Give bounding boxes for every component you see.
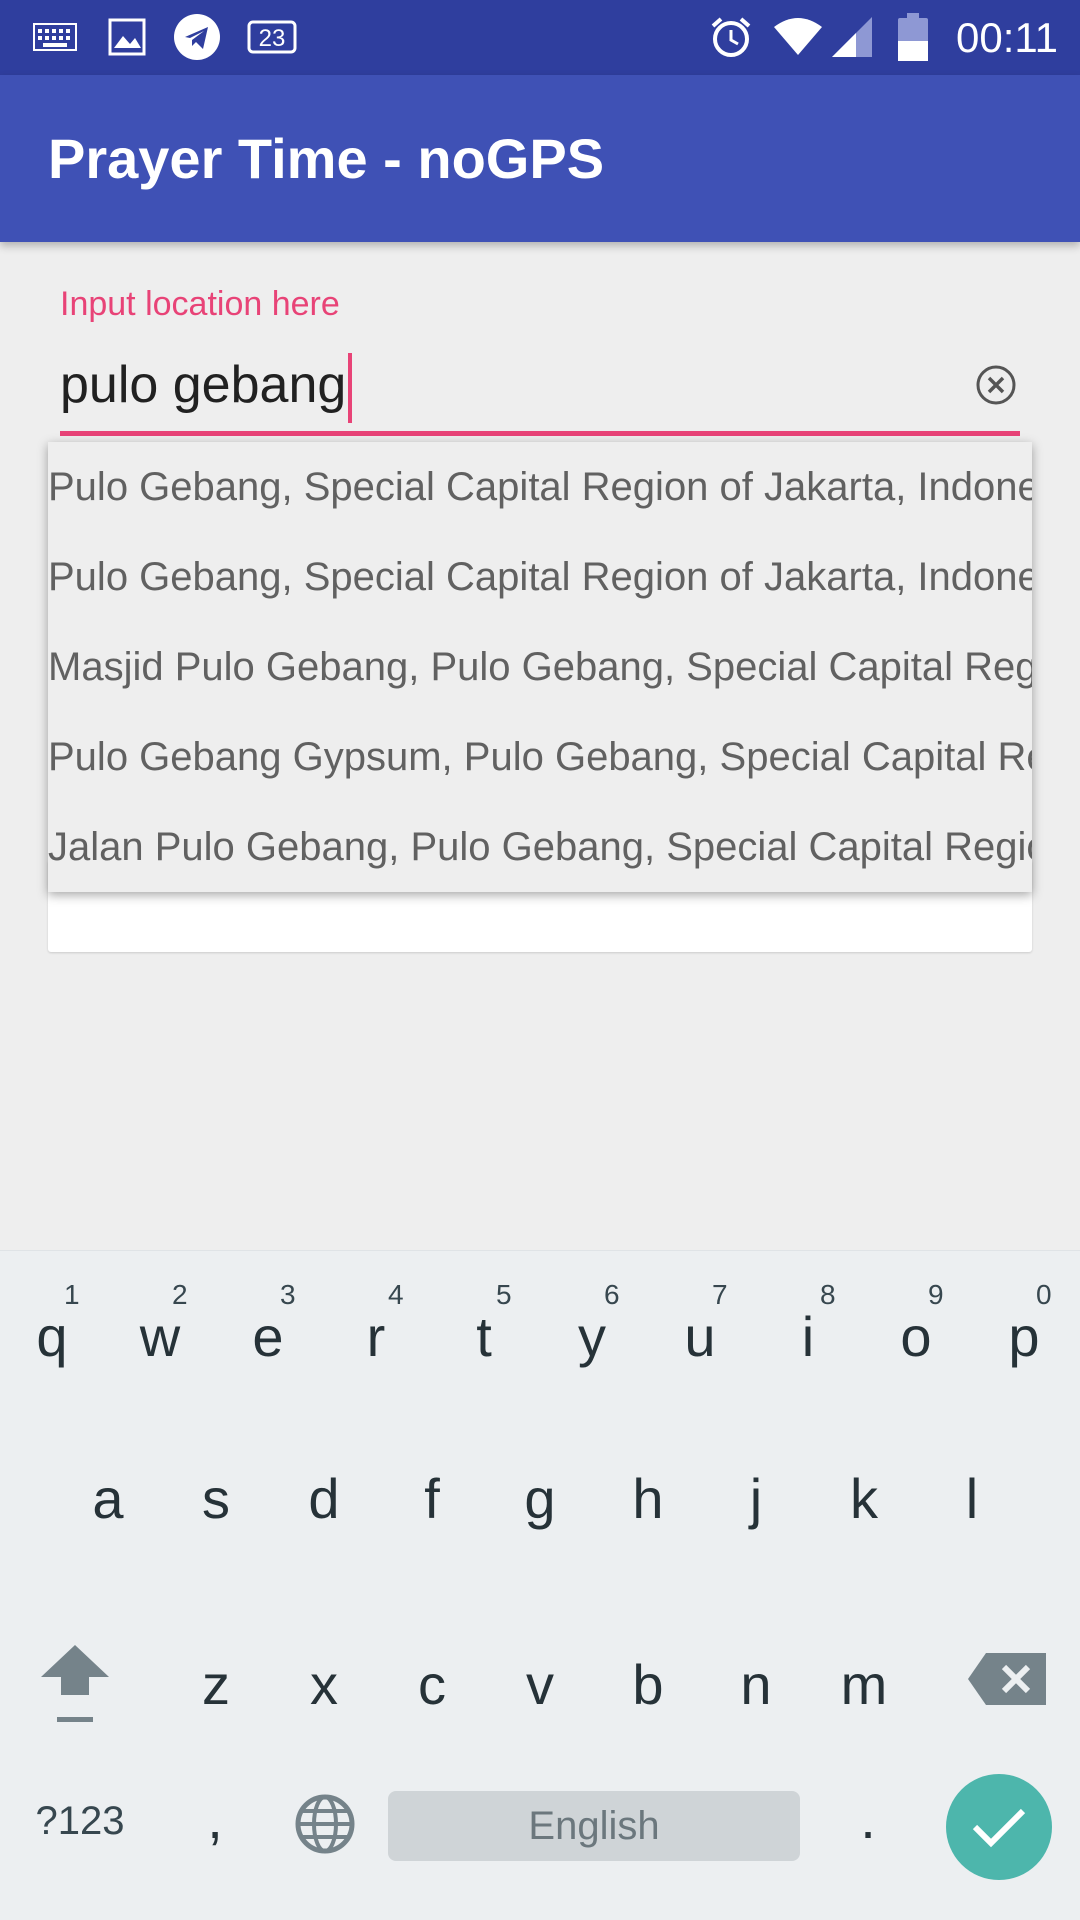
period-key[interactable]: . <box>848 1786 888 1851</box>
keyboard-icon <box>30 12 80 62</box>
alarm-icon <box>706 12 756 62</box>
suggestion-item[interactable]: Pulo Gebang, Special Capital Region of J… <box>48 442 1032 532</box>
app-title: Prayer Time - noGPS <box>48 127 605 190</box>
suggestions-dropdown: Pulo Gebang, Special Capital Region of J… <box>48 442 1032 892</box>
suggestion-item[interactable]: Jalan Pulo Gebang, Pulo Gebang, Special … <box>48 802 1032 892</box>
period-key-label: . <box>860 1787 876 1850</box>
suggestion-item[interactable]: Pulo Gebang, Special Capital Region of J… <box>48 532 1032 622</box>
status-time: 00:11 <box>956 14 1058 61</box>
checkmark-icon <box>972 1808 1026 1848</box>
location-input-group: Input location here pulo gebang <box>60 285 1020 436</box>
suggestion-item[interactable]: Masjid Pulo Gebang, Pulo Gebang, Special… <box>48 622 1032 712</box>
calendar-badge-icon: 23 <box>244 12 300 62</box>
symbols-key[interactable]: ?123 <box>30 1799 130 1844</box>
clear-circle-icon[interactable] <box>970 359 1022 411</box>
globe-key[interactable] <box>290 1793 360 1860</box>
app-bar: Prayer Time - noGPS <box>0 75 1080 242</box>
telegram-icon <box>172 12 222 62</box>
location-input-value: pulo gebang <box>60 356 347 414</box>
image-icon <box>105 12 149 62</box>
signal-icon <box>830 12 874 62</box>
symbols-key-label: ?123 <box>35 1799 125 1843</box>
status-bar: 23 00:11 <box>0 0 1080 75</box>
location-input-label: Input location here <box>60 285 340 323</box>
location-input[interactable]: pulo gebang <box>60 347 1022 424</box>
enter-key[interactable] <box>946 1774 1052 1880</box>
soft-keyboard: 1q2w3e4r5t6y7u8i9o0p asdfghjkl zxcvbnm ?… <box>0 1250 1080 1920</box>
globe-icon <box>295 1794 355 1854</box>
keyboard-row-4: ?123 , English . <box>0 1251 1080 1920</box>
comma-key[interactable]: , <box>195 1786 235 1851</box>
suggestion-item[interactable]: Pulo Gebang Gypsum, Pulo Gebang, Special… <box>48 712 1032 802</box>
wifi-icon <box>772 12 824 62</box>
notification-badge-count: 23 <box>259 25 286 52</box>
comma-key-label: , <box>207 1787 223 1850</box>
space-key[interactable]: English <box>388 1791 800 1861</box>
text-caret <box>348 353 353 424</box>
battery-icon <box>896 12 930 62</box>
space-key-label: English <box>528 1804 660 1848</box>
input-underline <box>60 431 1020 436</box>
